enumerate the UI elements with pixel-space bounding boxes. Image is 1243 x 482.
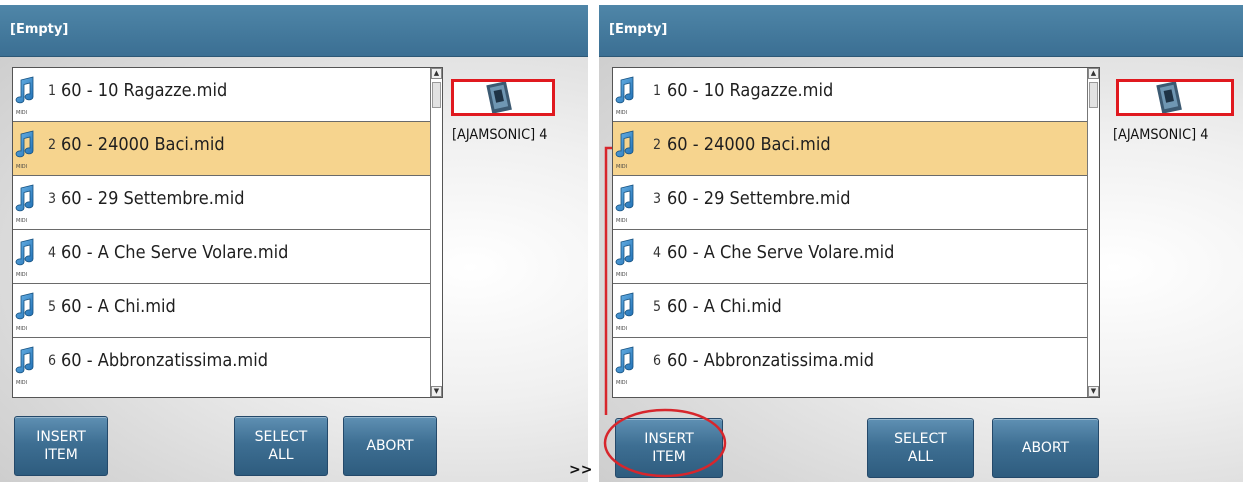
device-label: [AJAMSONIC] 4 — [1113, 127, 1209, 143]
item-name: 60 - 24000 Baci.mid — [667, 134, 831, 155]
abort-button[interactable]: ABORT — [343, 416, 437, 476]
item-number: 4 — [653, 245, 662, 261]
midi-type-label: MIDI — [616, 218, 627, 224]
left-screen: [Empty] MIDI 1 60 - 10 Ragazze.mid MIDI … — [0, 5, 588, 482]
list-scrollbar[interactable]: ▲ ▼ — [1087, 68, 1099, 397]
item-number: 6 — [48, 353, 57, 369]
midi-note-icon: MIDI — [15, 76, 34, 116]
list-scrollbar[interactable]: ▲ ▼ — [430, 68, 442, 397]
insert-item-button[interactable]: INSERT ITEM — [615, 418, 723, 478]
item-name: 60 - A Che Serve Volare.mid — [61, 242, 289, 263]
item-number: 1 — [48, 83, 57, 99]
midi-type-label: MIDI — [16, 164, 27, 170]
midi-type-label: MIDI — [16, 218, 27, 224]
list-item[interactable]: MIDI 4 60 - A Che Serve Volare.mid — [13, 230, 430, 284]
list-item[interactable]: MIDI 5 60 - A Chi.mid — [13, 284, 430, 338]
list-item-selected[interactable]: MIDI 2 60 - 24000 Baci.mid — [613, 122, 1087, 176]
select-all-button[interactable]: SELECT ALL — [867, 418, 974, 478]
header-bar: [Empty] — [0, 5, 588, 57]
list-item[interactable]: MIDI 1 60 - 10 Ragazze.mid — [13, 68, 430, 122]
abort-label: ABORT — [366, 438, 414, 454]
item-name: 60 - A Che Serve Volare.mid — [667, 242, 895, 263]
midi-type-label: MIDI — [616, 380, 627, 386]
item-name: 60 - 10 Ragazze.mid — [61, 80, 228, 101]
select-all-label: SELECT ALL — [894, 431, 947, 465]
step-arrow-label: >> — [569, 462, 593, 478]
file-list[interactable]: MIDI 1 60 - 10 Ragazze.mid MIDI 2 60 - 2… — [612, 67, 1100, 398]
item-number: 3 — [48, 191, 57, 207]
right-screen: [Empty] MIDI 1 60 - 10 Ragazze.mid MIDI … — [599, 5, 1243, 482]
midi-note-icon: MIDI — [615, 346, 634, 386]
scroll-down-arrow-icon[interactable]: ▼ — [431, 386, 442, 397]
abort-button[interactable]: ABORT — [992, 418, 1099, 478]
header-title: [Empty] — [609, 22, 668, 37]
list-item[interactable]: MIDI 3 60 - 29 Settembre.mid — [613, 176, 1087, 230]
insert-item-button[interactable]: INSERT ITEM — [14, 416, 108, 476]
midi-type-label: MIDI — [616, 272, 627, 278]
midi-type-label: MIDI — [16, 380, 27, 386]
midi-type-label: MIDI — [16, 326, 27, 332]
midi-type-label: MIDI — [616, 326, 627, 332]
midi-note-icon: MIDI — [15, 292, 34, 332]
item-number: 4 — [48, 245, 57, 261]
midi-type-label: MIDI — [616, 110, 627, 116]
item-name: 60 - A Chi.mid — [667, 296, 782, 317]
item-name: 60 - 10 Ragazze.mid — [667, 80, 834, 101]
midi-note-icon: MIDI — [15, 238, 34, 278]
usb-device-icon — [486, 82, 512, 113]
midi-note-icon: MIDI — [615, 130, 634, 170]
item-name: 60 - A Chi.mid — [61, 296, 176, 317]
list-item[interactable]: MIDI 3 60 - 29 Settembre.mid — [13, 176, 430, 230]
list-item[interactable]: MIDI 1 60 - 10 Ragazze.mid — [613, 68, 1087, 122]
file-list[interactable]: MIDI 1 60 - 10 Ragazze.mid MIDI 2 60 - 2… — [12, 67, 443, 398]
midi-note-icon: MIDI — [15, 184, 34, 224]
scroll-thumb[interactable] — [1089, 82, 1098, 108]
midi-type-label: MIDI — [616, 164, 627, 170]
usb-device-icon — [1156, 82, 1182, 113]
list-item-selected[interactable]: MIDI 2 60 - 24000 Baci.mid — [13, 122, 430, 176]
item-number: 3 — [653, 191, 662, 207]
midi-note-icon: MIDI — [615, 292, 634, 332]
midi-note-icon: MIDI — [615, 238, 634, 278]
scroll-down-arrow-icon[interactable]: ▼ — [1088, 386, 1099, 397]
scroll-thumb[interactable] — [432, 82, 441, 108]
midi-note-icon: MIDI — [615, 184, 634, 224]
item-name: 60 - 24000 Baci.mid — [61, 134, 225, 155]
midi-type-label: MIDI — [16, 272, 27, 278]
list-item[interactable]: MIDI 6 60 - Abbronzatissima.mid — [13, 338, 430, 397]
item-name: 60 - 29 Settembre.mid — [61, 188, 245, 209]
midi-note-icon: MIDI — [15, 346, 34, 386]
midi-note-icon: MIDI — [615, 76, 634, 116]
scroll-up-arrow-icon[interactable]: ▲ — [431, 68, 442, 79]
device-label: [AJAMSONIC] 4 — [452, 127, 548, 143]
item-name: 60 - 29 Settembre.mid — [667, 188, 851, 209]
item-name: 60 - Abbronzatissima.mid — [667, 350, 874, 371]
header-bar: [Empty] — [599, 5, 1243, 57]
scroll-up-arrow-icon[interactable]: ▲ — [1088, 68, 1099, 79]
storage-device-thumbnail[interactable] — [451, 79, 555, 116]
list-item[interactable]: MIDI 5 60 - A Chi.mid — [613, 284, 1087, 338]
item-number: 6 — [653, 353, 662, 369]
item-number: 5 — [653, 299, 662, 315]
item-number: 1 — [653, 83, 662, 99]
list-item[interactable]: MIDI 4 60 - A Che Serve Volare.mid — [613, 230, 1087, 284]
abort-label: ABORT — [1021, 440, 1070, 456]
select-all-label: SELECT ALL — [254, 429, 308, 463]
insert-item-label: INSERT ITEM — [644, 431, 694, 465]
list-item[interactable]: MIDI 6 60 - Abbronzatissima.mid — [613, 338, 1087, 397]
midi-note-icon: MIDI — [15, 130, 34, 170]
storage-device-thumbnail[interactable] — [1116, 79, 1234, 116]
midi-type-label: MIDI — [16, 110, 27, 116]
header-title: [Empty] — [10, 22, 69, 37]
insert-item-label: INSERT ITEM — [36, 429, 86, 463]
select-all-button[interactable]: SELECT ALL — [234, 416, 328, 476]
item-number: 5 — [48, 299, 57, 315]
item-name: 60 - Abbronzatissima.mid — [61, 350, 268, 371]
item-number: 2 — [653, 137, 662, 153]
item-number: 2 — [48, 137, 57, 153]
